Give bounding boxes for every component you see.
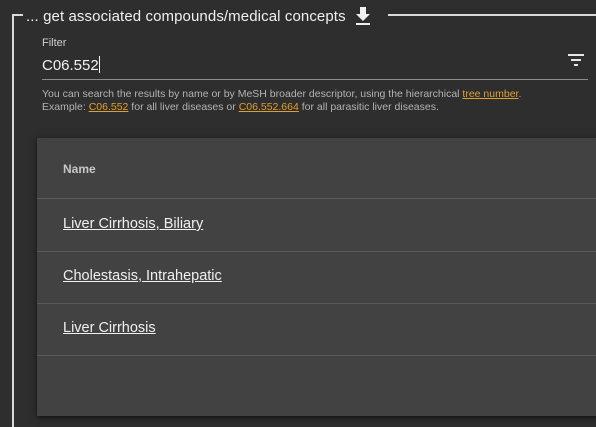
hint-text: Example: [42, 100, 89, 113]
section-frame-top-border-left [12, 14, 23, 16]
result-link[interactable]: Cholestasis, Intrahepatic [63, 268, 222, 284]
filter-hint: You can search the results by name or by… [42, 88, 582, 113]
filter-list-icon[interactable] [566, 52, 586, 68]
hint-text: You can search the results by name or by… [42, 88, 463, 100]
page: ... get associated compounds/medical con… [0, 0, 596, 427]
filter-input-underline [42, 79, 588, 80]
column-header-name[interactable]: Name [63, 162, 96, 176]
section-frame-top-border-right [388, 14, 596, 16]
table-row: Liver Cirrhosis, Biliary [37, 199, 596, 252]
result-link[interactable]: Liver Cirrhosis [63, 320, 156, 336]
filter-input[interactable] [42, 54, 542, 76]
section-frame-left-border [12, 14, 14, 427]
section-legend: ... get associated compounds/medical con… [26, 5, 372, 27]
download-icon[interactable] [354, 6, 372, 26]
tree-number-link[interactable]: tree number [462, 88, 518, 100]
hint-text: for all liver diseases or [128, 100, 239, 113]
results-table: Name Liver Cirrhosis, Biliary Cholestasi… [37, 138, 596, 416]
text-caret [99, 56, 100, 73]
example-link-c06-552-664[interactable]: C06.552.664 [239, 101, 299, 113]
result-link[interactable]: Liver Cirrhosis, Biliary [63, 216, 203, 232]
table-row: Cholestasis, Intrahepatic [37, 251, 596, 304]
table-row: Liver Cirrhosis [37, 303, 596, 356]
table-header-row: Name [37, 138, 596, 199]
hint-text: . [518, 88, 522, 100]
hint-text: for all parasitic liver diseases. [298, 100, 439, 113]
filter-label: Filter [42, 37, 67, 49]
example-link-c06-552[interactable]: C06.552 [89, 101, 129, 113]
section-title: ... get associated compounds/medical con… [26, 7, 346, 25]
